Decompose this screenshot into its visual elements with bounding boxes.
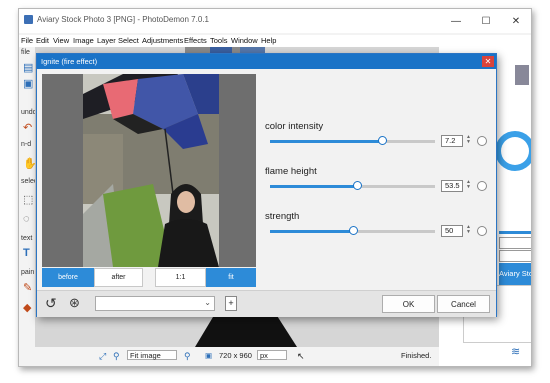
menu-adjustments[interactable]: Adjustments [142,36,183,45]
menu-edit[interactable]: Edit [36,36,49,45]
reset-icon[interactable]: ↺ [45,295,57,312]
color-intensity-reset-icon[interactable] [477,136,487,146]
ignite-dialog: Ignite (fire effect) ✕ before after 1:1 … [36,53,497,317]
menu-help[interactable]: Help [261,36,276,45]
dialog-footer: ↺ ⊛ ⌄ + OK Cancel [37,290,496,317]
fit-icon[interactable]: ⤢ [99,351,106,362]
menu-select[interactable]: Select [118,36,139,45]
effect-preview[interactable] [42,74,256,267]
color-intensity-slider[interactable] [270,136,435,145]
ok-button[interactable]: OK [382,295,435,313]
menu-view[interactable]: View [53,36,69,45]
preview-image [83,74,219,267]
layer-item[interactable]: Aviary Stock Ph [499,263,531,285]
before-button[interactable]: before [42,268,94,287]
color-wheel-center [501,137,529,165]
zoom-1to1-button[interactable]: 1:1 [155,268,206,287]
status-message: Finished. [401,351,432,360]
open-icon[interactable]: ▤ [23,61,33,74]
strength-label: strength [265,211,300,222]
menu-window[interactable]: Window [231,36,258,45]
color-intensity-value[interactable]: 7.2 [441,135,463,147]
flame-height-reset-icon[interactable] [477,181,487,191]
pencil-icon[interactable]: ✎ [23,281,32,294]
add-preset-icon[interactable]: + [225,296,237,311]
flame-height-thumb[interactable] [353,181,363,190]
cursor-icon: ↖ [297,351,305,361]
color-slider[interactable] [499,231,531,234]
status-bar: ⤢ ⚲ Fit image ⚲ ▣ 720 x 960 px ↖ Finishe… [97,349,437,363]
flame-height-label: flame height [265,166,317,177]
undo-icon[interactable]: ↶ [23,121,32,134]
color-intensity-spinner[interactable]: ▲ ▼ [466,135,472,145]
unit-select[interactable]: px [257,350,287,360]
color-intensity-fill [270,140,383,143]
menu-file[interactable]: File [21,36,33,45]
flame-height-slider[interactable] [270,181,435,190]
rect-select-icon[interactable]: ⬚ [23,193,33,206]
app-close-button[interactable]: ✕ [501,9,531,33]
menu-effects[interactable]: Effects [184,36,207,45]
cancel-button[interactable]: Cancel [437,295,490,313]
unit-select-value: px [260,351,268,360]
chevron-down-icon: ⌄ [204,298,211,307]
zoom-select-value: Fit image [130,351,161,360]
app-icon [24,15,33,24]
maximize-button[interactable]: ☐ [471,9,501,33]
menu-bar: File Edit View Image Layer Select Adjust… [19,35,531,47]
flame-height-spinner[interactable]: ▲ ▼ [466,180,472,190]
flame-height-fill [270,185,358,188]
image-size-icon: ▣ [205,351,213,360]
dialog-titlebar: Ignite (fire effect) ✕ [37,54,496,69]
after-button[interactable]: after [94,268,143,287]
randomize-icon[interactable]: ⊛ [69,295,80,311]
strength-reset-icon[interactable] [477,226,487,236]
overview-thumbnail[interactable] [515,65,529,85]
flame-height-value[interactable]: 53.5 [441,180,463,192]
fill-icon[interactable]: ◆ [23,301,31,314]
strength-thumb[interactable] [348,226,358,235]
app-titlebar: Aviary Stock Photo 3 [PNG] - PhotoDemon … [19,9,531,33]
preview-photo [83,74,219,267]
menu-layer[interactable]: Layer [97,36,116,45]
toolbar-label-paint: pain [21,269,35,276]
save-icon[interactable]: ▣ [23,77,33,90]
dialog-close-button[interactable]: ✕ [482,56,494,67]
menu-image[interactable]: Image [73,36,94,45]
app-title: Aviary Stock Photo 3 [PNG] - PhotoDemon … [37,15,209,24]
toolbar-label-nd: n-d [21,141,32,148]
zoom-in-icon[interactable]: ⚲ [184,351,191,362]
strength-value[interactable]: 50 [441,225,463,237]
left-toolbar: file ▤ ▣ undo ↶ n-d ✋ selec ⬚ ◌ text T p… [19,47,37,366]
dialog-title: Ignite (fire effect) [41,57,98,66]
toolbar-label-text: text [21,235,33,242]
minimize-button[interactable]: — [441,9,471,33]
strength-spinner[interactable]: ▲ ▼ [466,225,472,235]
strength-slider[interactable] [270,226,435,235]
color-intensity-label: color intensity [265,121,324,132]
zoom-select[interactable]: Fit image [127,350,177,360]
text-tool-icon[interactable]: T [23,247,30,259]
menu-tools[interactable]: Tools [210,36,228,45]
color-field-2[interactable] [499,250,531,262]
zoom-out-icon[interactable]: ⚲ [113,351,120,362]
zoom-fit-button[interactable]: fit [206,268,256,287]
preset-dropdown[interactable]: ⌄ [95,296,215,311]
strength-fill [270,230,353,233]
color-intensity-thumb[interactable] [378,136,388,145]
lasso-icon[interactable]: ◌ [23,213,30,225]
toolbar-label-file: file [21,49,30,56]
layers-stack-icon[interactable]: ≋ [511,345,520,358]
image-size: 720 x 960 [219,351,252,360]
color-field[interactable] [499,237,531,249]
